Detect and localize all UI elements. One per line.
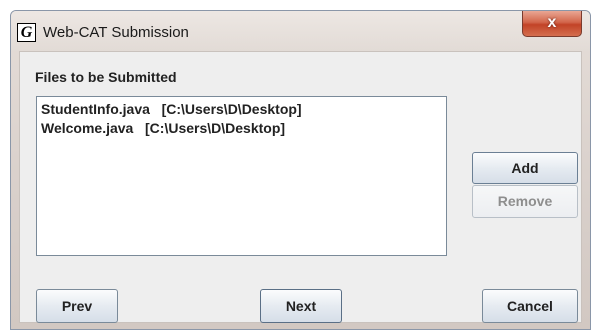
submission-dialog: G Web-CAT Submission x Files to be Submi…	[10, 10, 591, 330]
list-item[interactable]: StudentInfo.java [C:\Users\D\Desktop]	[41, 100, 442, 119]
file-list[interactable]: StudentInfo.java [C:\Users\D\Desktop] We…	[36, 96, 447, 256]
files-section-label: Files to be Submitted	[35, 69, 177, 85]
title-bar[interactable]: G Web-CAT Submission x	[11, 11, 590, 51]
web-cat-g-icon: G	[17, 23, 36, 42]
next-button[interactable]: Next	[260, 289, 342, 323]
cancel-button[interactable]: Cancel	[482, 289, 578, 323]
prev-button[interactable]: Prev	[36, 289, 118, 323]
close-icon: x	[547, 14, 557, 31]
window-title: Web-CAT Submission	[43, 24, 189, 41]
remove-button[interactable]: Remove	[472, 185, 578, 218]
close-button[interactable]: x	[522, 11, 582, 37]
dialog-content: Files to be Submitted StudentInfo.java […	[19, 51, 582, 323]
add-button[interactable]: Add	[472, 152, 578, 184]
list-item[interactable]: Welcome.java [C:\Users\D\Desktop]	[41, 119, 442, 138]
